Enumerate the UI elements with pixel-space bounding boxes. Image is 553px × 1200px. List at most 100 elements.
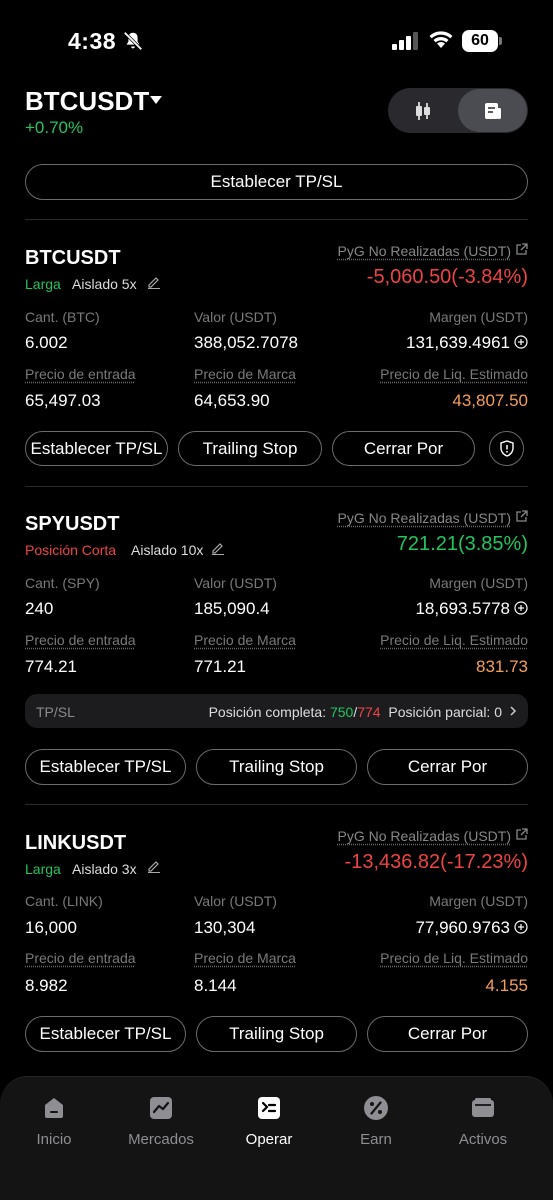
margin-mode: Aislado 10x — [131, 542, 204, 558]
unrealized-pnl-value: -5,060.50(-3.84%) — [366, 266, 528, 288]
mark-price: 8.144 — [194, 976, 237, 995]
nav-label: Activos — [458, 1131, 508, 1148]
add-margin-icon[interactable] — [514, 601, 528, 615]
set-tpsl-button[interactable]: Establecer TP/SL — [25, 1016, 186, 1052]
qty-value: 6.002 — [25, 333, 68, 352]
liq-price-label: Precio de Liq. Estimado — [380, 366, 528, 382]
nav-label: Operar — [245, 1131, 293, 1148]
bell-muted-icon — [123, 31, 143, 51]
pair-change: +0.70% — [25, 118, 84, 137]
margin-value: 77,960.9763 — [415, 918, 510, 937]
battery-icon: 60 — [462, 30, 502, 52]
add-margin-icon[interactable] — [514, 920, 528, 934]
liq-price: 831.73 — [476, 657, 528, 676]
position-value: 185,090.4 — [194, 599, 270, 618]
entry-price: 65,497.03 — [25, 391, 101, 410]
trailing-stop-button[interactable]: Trailing Stop — [196, 1016, 357, 1052]
unrealized-pnl-label[interactable]: PyG No Realizadas (USDT) — [338, 510, 529, 526]
pencil-icon[interactable] — [147, 859, 161, 873]
sl-price: 774 — [357, 704, 381, 720]
unrealized-pnl-value: -13,436.82(-17.23%) — [344, 851, 528, 873]
divider — [25, 804, 528, 805]
percent-icon — [364, 1096, 388, 1120]
wifi-icon — [429, 31, 453, 48]
liq-price: 43,807.50 — [452, 391, 528, 410]
margin-value: 18,693.5778 — [415, 599, 510, 618]
caret-down-icon[interactable] — [150, 96, 162, 104]
mark-price: 771.21 — [194, 657, 246, 676]
close-by-button[interactable]: Cerrar Por — [367, 749, 528, 785]
close-by-button[interactable]: Cerrar Por — [367, 1016, 528, 1052]
qty-value: 16,000 — [25, 918, 77, 937]
nav-earn[interactable]: Earn — [331, 1095, 421, 1148]
position-symbol: BTCUSDT — [25, 247, 121, 269]
trailing-stop-button[interactable]: Trailing Stop — [178, 431, 322, 466]
position-value: 130,304 — [194, 918, 256, 937]
tp-price: 750 — [329, 704, 354, 720]
qty-label: Cant. (LINK) — [25, 893, 103, 909]
unrealized-pnl-label[interactable]: PyG No Realizadas (USDT) — [338, 828, 529, 844]
nav-label: Earn — [360, 1131, 392, 1148]
pnl-label-text: PyG No Realizadas (USDT) — [337, 243, 512, 259]
chart-icon — [150, 1097, 172, 1119]
entry-price-label: Precio de entrada — [25, 632, 136, 648]
position-symbol: LINKUSDT — [25, 832, 127, 854]
value-label: Valor (USDT) — [194, 893, 277, 909]
margin-value-row: 131,639.4961 — [406, 333, 528, 353]
pnl-label-text: PyG No Realizadas (USDT) — [337, 510, 512, 526]
candlestick-icon — [416, 101, 430, 120]
shield-icon — [499, 440, 514, 457]
share-icon[interactable] — [515, 828, 528, 841]
nav-operar[interactable]: Operar — [224, 1095, 314, 1148]
pencil-icon[interactable] — [147, 275, 161, 289]
cellular-signal-icon — [392, 32, 418, 50]
margin-value: 131,639.4961 — [406, 333, 510, 352]
tpsl-summary: Posición completa: 750/774 Posición parc… — [208, 704, 502, 720]
nav-inicio[interactable]: Inicio — [9, 1095, 99, 1148]
set-tpsl-button[interactable]: Establecer TP/SL — [25, 749, 186, 785]
entry-price-label: Precio de entrada — [25, 950, 136, 966]
position-side: Larga — [25, 861, 61, 877]
entry-price: 8.982 — [25, 976, 68, 995]
entry-price-label: Precio de entrada — [25, 366, 136, 382]
margin-value-row: 18,693.5778 — [415, 599, 528, 619]
mark-price-label: Precio de Marca — [194, 950, 296, 966]
liq-price: 4.155 — [485, 976, 528, 995]
share-icon[interactable] — [515, 243, 528, 256]
nav-label: Mercados — [128, 1131, 194, 1148]
chart-view-toggle[interactable] — [392, 92, 454, 129]
mark-price: 64,653.90 — [194, 391, 270, 410]
share-icon[interactable] — [515, 510, 528, 523]
position-value: 388,052.7078 — [194, 333, 298, 352]
pair-selector[interactable]: BTCUSDT — [25, 86, 149, 117]
position-symbol: SPYUSDT — [25, 513, 120, 535]
shield-button[interactable] — [489, 431, 524, 466]
close-by-button[interactable]: Cerrar Por — [332, 431, 475, 466]
tpsl-partial: Posición parcial: 0 — [388, 704, 502, 720]
global-set-tpsl-button[interactable]: Establecer TP/SL — [25, 164, 528, 200]
nav-activos[interactable]: Activos — [438, 1095, 528, 1148]
divider — [25, 219, 528, 220]
bottom-nav: Inicio Mercados Operar Earn Activos — [0, 1076, 553, 1200]
set-tpsl-button[interactable]: Establecer TP/SL — [25, 431, 168, 466]
unrealized-pnl-label[interactable]: PyG No Realizadas (USDT) — [338, 243, 529, 259]
qty-value: 240 — [25, 599, 54, 618]
mark-price-label: Precio de Marca — [194, 632, 296, 648]
margin-mode: Aislado 5x — [72, 276, 137, 292]
value-label: Valor (USDT) — [194, 575, 277, 591]
clock: 4:38 — [68, 28, 117, 54]
pencil-icon[interactable] — [211, 541, 225, 555]
add-margin-icon[interactable] — [514, 335, 528, 349]
margin-label: Margen (USDT) — [429, 893, 528, 909]
liq-price-label: Precio de Liq. Estimado — [380, 950, 528, 966]
qty-label: Cant. (SPY) — [25, 575, 100, 591]
tpsl-label: TP/SL — [36, 704, 75, 720]
tpsl-full-label: Posición completa: — [208, 704, 327, 720]
positions-view-toggle[interactable] — [458, 89, 527, 132]
position-side: Posición Corta — [25, 542, 117, 558]
divider — [25, 486, 528, 487]
trailing-stop-button[interactable]: Trailing Stop — [196, 749, 357, 785]
nav-mercados[interactable]: Mercados — [116, 1095, 206, 1148]
unrealized-pnl-value: 721.21(3.85%) — [396, 533, 528, 555]
tpsl-summary-bar[interactable]: TP/SL Posición completa: 750/774 Posició… — [25, 694, 528, 728]
